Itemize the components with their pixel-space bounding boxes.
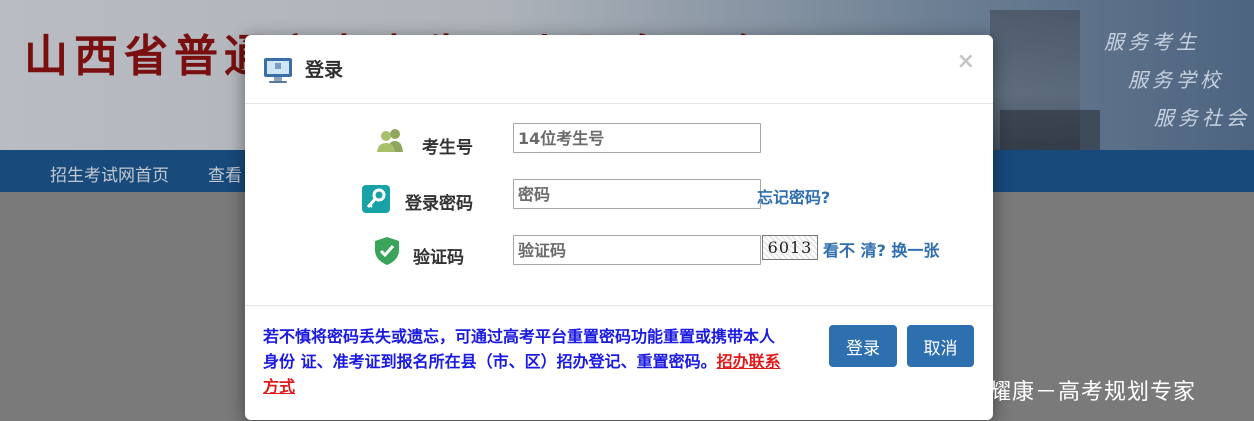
dialog-title: 登录 (305, 59, 344, 81)
captcha-input[interactable] (513, 235, 761, 265)
password-input[interactable] (513, 179, 761, 209)
key-icon (362, 185, 390, 213)
slogans: 服务考生 服务学校 服务社会 (1064, 26, 1246, 136)
password-label: 登录密码 (405, 194, 473, 214)
login-button[interactable]: 登录 (829, 325, 897, 367)
forgot-password-link[interactable]: 忘记密码? (757, 184, 830, 208)
dialog-header: 登录 × (245, 35, 993, 104)
slogan: 服务考生 (1104, 30, 1200, 54)
cancel-button[interactable]: 取消 (907, 325, 974, 367)
captcha-label: 验证码 (413, 248, 464, 268)
nav-item-home[interactable]: 招生考试网首页 (50, 161, 169, 186)
users-icon (377, 129, 403, 152)
password-notice: 若不慎将密码丢失或遗忘，可通过高考平台重置密码功能重置或携带本人身份 证、准考证… (263, 324, 783, 399)
login-dialog: 登录 × 考生号 登录密码 忘记密码? 验证码 6013 看不 清? 换 (245, 35, 993, 420)
slogan: 服务学校 (1128, 68, 1224, 92)
notice-text: 若不慎将密码丢失或遗忘，可通过高考平台重置密码功能重置或携带本人身份 证、准考证… (263, 327, 776, 371)
refresh-captcha-link[interactable]: 看不 清? 换一张 (823, 237, 939, 261)
shield-check-icon (375, 237, 399, 265)
nav-item-view[interactable]: 查看 (208, 161, 242, 186)
candidate-row: 考生号 (245, 122, 993, 158)
monitor-icon (264, 58, 292, 83)
password-row: 登录密码 忘记密码? (245, 178, 993, 214)
close-button[interactable]: × (957, 49, 975, 74)
watermark: 搜狐号@薛耀康－高考规划专家 (874, 380, 1197, 405)
candidate-number-input[interactable] (513, 123, 761, 153)
candidate-label: 考生号 (422, 138, 473, 158)
captcha-image[interactable]: 6013 (762, 235, 818, 260)
slogan: 服务社会 (1154, 106, 1250, 130)
captcha-row: 验证码 6013 看不 清? 换一张 (245, 234, 993, 268)
